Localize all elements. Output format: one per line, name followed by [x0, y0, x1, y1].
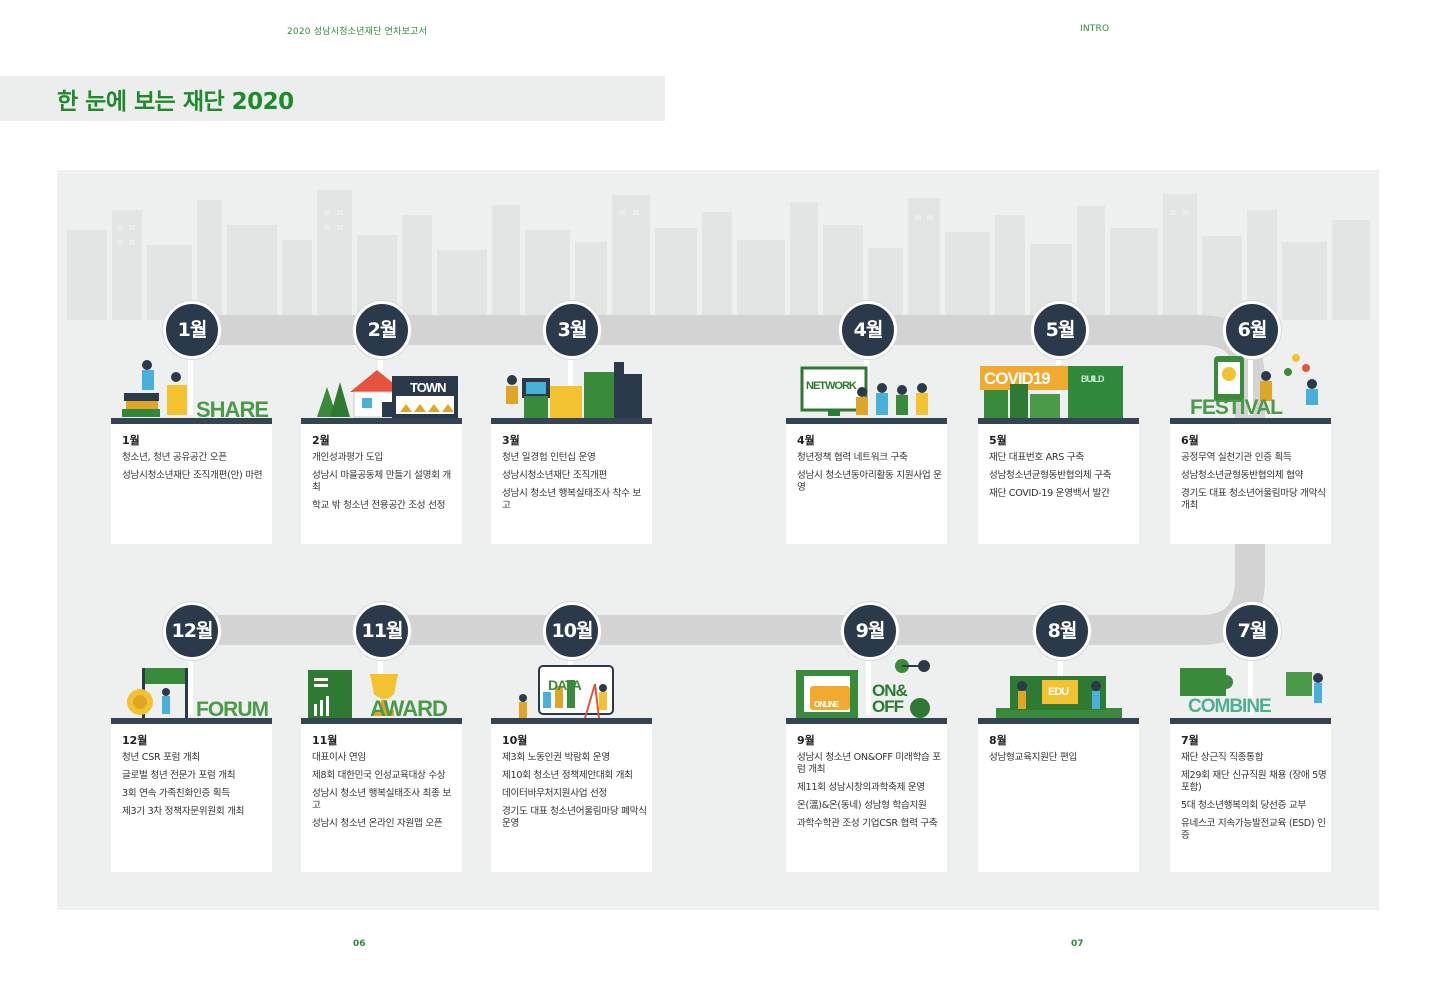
covid-word: COVID19 — [984, 369, 1051, 388]
event-list: 성남형교육지원단 편입 — [989, 752, 1135, 770]
network-word: NETWORK — [806, 380, 857, 392]
event-item: 성남청소년균형동반협의체 협약 — [1181, 470, 1304, 481]
month-card-nov: 11월 대표이사 연임 제8회 대한민국 인성교육대상 수상 성남시 청소년 행… — [301, 718, 462, 872]
event-item: 데이터바우처지원사업 선정 — [502, 788, 608, 799]
month-card-jun: 6월 공정무역 실천기관 인증 획득 성남청소년균형동반협의체 협약 경기도 대… — [1170, 418, 1331, 544]
month-card-feb: 2월 개인성과평가 도입 성남시 마을공동체 만들기 설명회 개최 학교 밖 청… — [301, 418, 462, 544]
event-item: 성남시 청소년 ON&OFF 미래학습 포럼 개최 — [797, 752, 941, 775]
online-word: ONLINE — [814, 700, 839, 709]
event-list: 개인성과평가 도입 성남시 마을공동체 만들기 설명회 개최 학교 밖 청소년 … — [312, 452, 458, 518]
event-item: 제3기 3차 정책자문위원회 개최 — [122, 806, 245, 817]
event-list: 대표이사 연임 제8회 대한민국 인성교육대상 수상 성남시 청소년 행복실태조… — [312, 752, 458, 836]
event-item: 온(溫)&온(동네) 성남형 학습지원 — [797, 800, 927, 811]
event-item: 재단 COVID-19 운영백서 발간 — [989, 488, 1110, 499]
card-month-label: 4월 — [797, 434, 815, 447]
month-badge-feb: 2월 — [353, 301, 411, 359]
event-item: 제10회 청소년 정책제안대회 개최 — [502, 770, 633, 781]
event-list: 청년 일경험 인턴십 운영 성남시청소년재단 조직개편 성남시 청소년 행복실태… — [502, 452, 648, 518]
event-item: 청소년, 청년 공유공간 오픈 — [122, 452, 227, 463]
event-list: 재단 대표번호 ARS 구축 성남청소년균형동반협의체 구축 재단 COVID-… — [989, 452, 1135, 506]
month-card-sep: 9월 성남시 청소년 ON&OFF 미래학습 포럼 개최 제11회 성남시창의과… — [786, 718, 947, 872]
month-badge-dec: 12월 — [163, 602, 221, 660]
event-item: 성남형교육지원단 편입 — [989, 752, 1078, 763]
card-month-label: 10월 — [502, 734, 528, 747]
event-item: 대표이사 연임 — [312, 752, 366, 763]
page-number-left: 06 — [353, 939, 366, 949]
event-item: 청년 일경험 인턴십 운영 — [502, 452, 596, 463]
event-list: 공정무역 실천기관 인증 획득 성남청소년균형동반협의체 협약 경기도 대표 청… — [1181, 452, 1327, 518]
event-list: 청년 CSR 포럼 개최 글로벌 청년 전문가 포럼 개최 3회 연속 가족친화… — [122, 752, 268, 824]
event-item: 성남시청소년재단 조직개편(안) 마련 — [122, 470, 263, 481]
event-item: 제8회 대한민국 인성교육대상 수상 — [312, 770, 446, 781]
event-item: 제11회 성남시창의과학축제 운영 — [797, 782, 925, 793]
event-item: 제29회 재단 신규직원 채용 (장애 5명 포함) — [1181, 770, 1327, 793]
card-month-label: 7월 — [1181, 734, 1199, 747]
event-item: 청년 CSR 포럼 개최 — [122, 752, 200, 763]
month-badge-jan: 1월 — [163, 301, 221, 359]
event-list: 청년정책 협력 네트워크 구축 성남시 청소년동아리활동 지원사업 운영 — [797, 452, 943, 500]
event-item: 과학수학관 조성 기업CSR 협력 구축 — [797, 818, 938, 829]
event-item: 글로벌 청년 전문가 포럼 개최 — [122, 770, 236, 781]
event-item: 청년정책 협력 네트워크 구축 — [797, 452, 908, 463]
card-month-label: 6월 — [1181, 434, 1199, 447]
town-word: TOWN — [410, 380, 446, 395]
month-badge-jul: 7월 — [1223, 602, 1281, 660]
event-item: 경기도 대표 청소년어울림마당 폐막식 운영 — [502, 806, 647, 829]
month-card-aug: 8월 성남형교육지원단 편입 — [978, 718, 1139, 872]
event-item: 유네스코 지속가능발전교육 (ESD) 인증 — [1181, 818, 1326, 841]
month-card-oct: 10월 제3회 노동인권 박람회 운영 제10회 청소년 정책제안대회 개최 데… — [491, 718, 652, 872]
event-item: 재단 상근직 직종통합 — [1181, 752, 1264, 763]
card-month-label: 9월 — [797, 734, 815, 747]
card-month-label: 11월 — [312, 734, 338, 747]
edu-word: EDU — [1048, 686, 1069, 698]
event-item: 학교 밖 청소년 전용공간 조성 선정 — [312, 500, 446, 511]
event-item: 성남시 청소년 행복실태조사 착수 보고 — [502, 488, 641, 511]
event-item: 개인성과평가 도입 — [312, 452, 383, 463]
data-word: DATA — [548, 677, 582, 693]
month-card-jan: 1월 청소년, 청년 공유공간 오픈 성남시청소년재단 조직개편(안) 마련 — [111, 418, 272, 544]
event-item: 경기도 대표 청소년어울림마당 개막식 개최 — [1181, 488, 1326, 511]
month-badge-oct: 10월 — [543, 602, 601, 660]
event-item: 성남청소년균형동반협의체 구축 — [989, 470, 1112, 481]
event-item: 성남시 청소년동아리활동 지원사업 운영 — [797, 470, 942, 493]
event-list: 재단 상근직 직종통합 제29회 재단 신규직원 채용 (장애 5명 포함) 5… — [1181, 752, 1327, 848]
event-list: 제3회 노동인권 박람회 운영 제10회 청소년 정책제안대회 개최 데이터바우… — [502, 752, 648, 836]
card-month-label: 12월 — [122, 734, 148, 747]
card-month-label: 3월 — [502, 434, 520, 447]
forum-illustration — [127, 668, 188, 720]
month-badge-aug: 8월 — [1033, 602, 1091, 660]
event-item: 성남시 마을공동체 만들기 설명회 개최 — [312, 470, 451, 493]
card-month-label: 2월 — [312, 434, 330, 447]
event-list: 성남시 청소년 ON&OFF 미래학습 포럼 개최 제11회 성남시창의과학축제… — [797, 752, 943, 836]
event-item: 성남시 청소년 행복실태조사 최종 보고 — [312, 788, 451, 811]
card-month-label: 1월 — [122, 434, 140, 447]
month-badge-sep: 9월 — [841, 602, 899, 660]
month-card-mar: 3월 청년 일경험 인턴십 운영 성남시청소년재단 조직개편 성남시 청소년 행… — [491, 418, 652, 544]
combine-word: COMBINE — [1188, 696, 1272, 717]
on-off-word: ON&OFF — [872, 681, 908, 716]
month-badge-mar: 3월 — [543, 301, 601, 359]
event-item: 공정무역 실천기관 인증 획득 — [1181, 452, 1292, 463]
event-item: 성남시청소년재단 조직개편 — [502, 470, 608, 481]
month-badge-nov: 11월 — [353, 602, 411, 660]
month-card-may: 5월 재단 대표번호 ARS 구축 성남청소년균형동반협의체 구축 재단 COV… — [978, 418, 1139, 544]
month-card-dec: 12월 청년 CSR 포럼 개최 글로벌 청년 전문가 포럼 개최 3회 연속 … — [111, 718, 272, 872]
card-month-label: 5월 — [989, 434, 1007, 447]
month-badge-apr: 4월 — [839, 301, 897, 359]
event-item: 제3회 노동인권 박람회 운영 — [502, 752, 610, 763]
month-card-apr: 4월 청년정책 협력 네트워크 구축 성남시 청소년동아리활동 지원사업 운영 — [786, 418, 947, 544]
city-building-illustration — [506, 362, 642, 418]
event-item: 5대 청소년행복의회 당선증 교부 — [1181, 800, 1306, 811]
month-badge-may: 5월 — [1031, 301, 1089, 359]
festival-word: FESTIVAL — [1190, 396, 1283, 419]
build-word: BUILD — [1081, 374, 1104, 384]
page-number-right: 07 — [1071, 939, 1084, 949]
month-card-jul: 7월 재단 상근직 직종통합 제29회 재단 신규직원 채용 (장애 5명 포함… — [1170, 718, 1331, 872]
event-list: 청소년, 청년 공유공간 오픈 성남시청소년재단 조직개편(안) 마련 — [122, 452, 268, 488]
event-item: 성남시 청소년 온라인 자원맵 오픈 — [312, 818, 443, 829]
event-item: 3회 연속 가족친화인증 획득 — [122, 788, 230, 799]
card-month-label: 8월 — [989, 734, 1007, 747]
event-item: 재단 대표번호 ARS 구축 — [989, 452, 1084, 463]
on-off-illustration — [796, 659, 930, 718]
